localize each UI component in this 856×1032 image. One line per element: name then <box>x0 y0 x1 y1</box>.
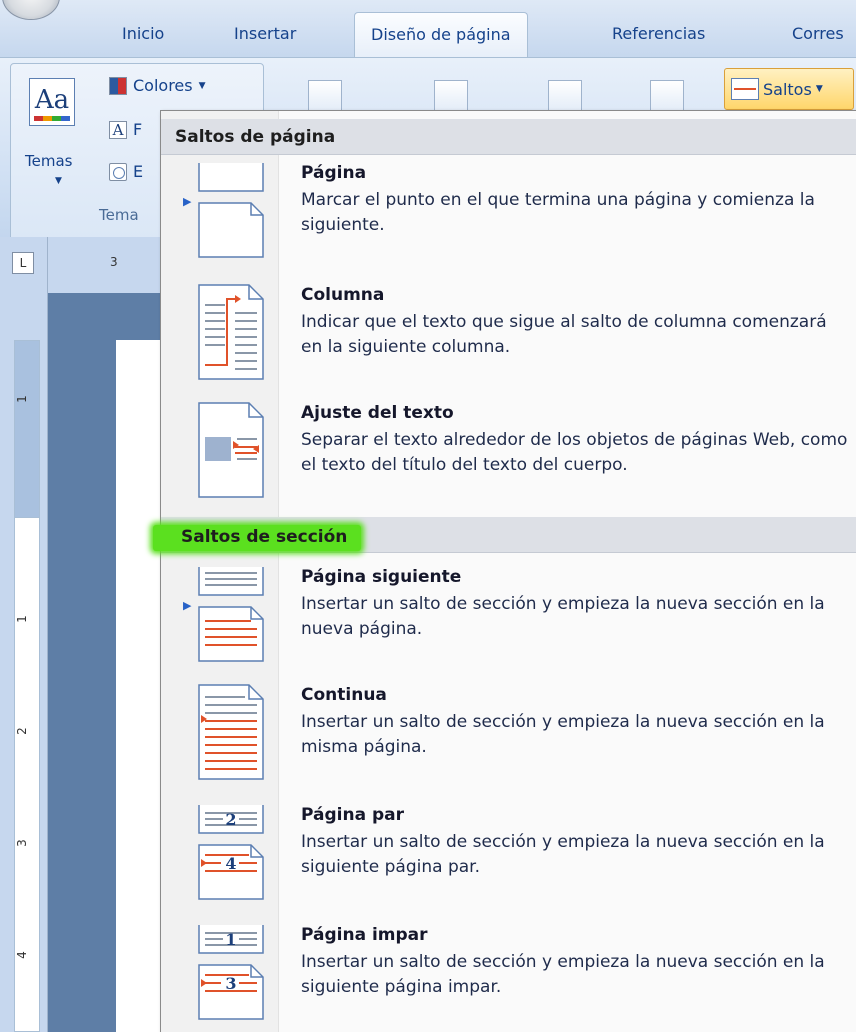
effects-button[interactable]: E <box>109 162 143 181</box>
tab-inicio[interactable]: Inicio <box>122 24 164 43</box>
page-breaks-header: Saltos de página <box>161 119 856 155</box>
tab-insertar[interactable]: Insertar <box>234 24 296 43</box>
themes-label[interactable]: Temas <box>25 152 72 170</box>
column-break-icon <box>198 284 264 380</box>
menu-item-description: Insertar un salto de sección y empieza l… <box>301 832 825 877</box>
saltos-dropdown-menu: Saltos de página ▶ Página Marcar el punt… <box>153 110 856 1032</box>
menu-item-description: Insertar un salto de sección y empieza l… <box>301 594 825 639</box>
menu-item-title: Página impar <box>301 925 428 945</box>
menu-item-pagina[interactable]: ▶ Página Marcar el punto en el que termi… <box>161 161 856 271</box>
office-button[interactable] <box>2 0 60 20</box>
colors-label: Colores <box>133 76 193 95</box>
menu-item-title: Continua <box>301 685 387 705</box>
menu-item-description: Insertar un salto de sección y empieza l… <box>301 952 825 997</box>
menu-item-continua[interactable]: Continua Insertar un salto de sección y … <box>161 683 856 793</box>
fonts-icon: A <box>109 120 127 139</box>
break-marker-icon: ▶ <box>183 195 192 208</box>
colors-icon <box>109 76 127 95</box>
ruler-v-number: 2 <box>14 727 29 735</box>
ruler-h-number: 3 <box>110 255 118 269</box>
menu-item-title: Página par <box>301 805 404 825</box>
tab-referencias[interactable]: Referencias <box>612 24 705 43</box>
horizontal-ruler <box>48 237 168 293</box>
section-breaks-header: Saltos de sección <box>153 517 856 553</box>
tab-correspondencia[interactable]: Corres <box>792 24 844 43</box>
ribbon-tab-bar: Inicio Insertar Diseño de página Referen… <box>0 0 856 60</box>
ruler-v-number: 1 <box>14 615 29 623</box>
ruler-v-number: 1 <box>14 395 29 403</box>
menu-item-description: Separar el texto alrededor de los objeto… <box>301 430 848 475</box>
next-page-section-break-icon <box>198 567 264 662</box>
even-page-section-break-icon: 2 4 <box>198 805 264 900</box>
fonts-button[interactable]: A F <box>109 120 142 139</box>
saltos-dropdown-arrow-icon: ▼ <box>815 84 823 94</box>
page-breaks-header-label: Saltos de página <box>175 127 336 147</box>
menu-item-description: Marcar el punto en el que termina una pá… <box>301 190 815 235</box>
menu-item-pagina-par[interactable]: 2 4 Página par Insertar un salto de secc… <box>161 803 856 913</box>
tab-selector-button[interactable]: L <box>12 252 34 274</box>
svg-text:1: 1 <box>225 930 236 949</box>
section-breaks-header-label: Saltos de sección <box>153 525 362 551</box>
menu-item-pagina-siguiente[interactable]: ▶ Página siguiente Insertar un salto de … <box>161 565 856 675</box>
page-break-icon <box>198 163 264 258</box>
menu-item-title: Ajuste del texto <box>301 403 454 423</box>
tab-diseno-de-pagina[interactable]: Diseño de página <box>354 12 528 60</box>
ruler-v-number: 3 <box>14 839 29 847</box>
ruler-margin-strip <box>14 340 40 518</box>
themes-group-label: Tema <box>99 206 139 224</box>
svg-text:4: 4 <box>225 854 236 873</box>
ruler-v-number: 4 <box>14 951 29 959</box>
odd-page-section-break-icon: 1 3 <box>198 925 264 1020</box>
saltos-button[interactable]: Saltos ▼ <box>724 68 854 110</box>
menu-item-columna[interactable]: Columna Indicar que el texto que sigue a… <box>161 283 856 393</box>
saltos-label: Saltos <box>763 79 812 99</box>
menu-item-pagina-impar[interactable]: 1 3 Página impar Insertar un salto de se… <box>161 923 856 1032</box>
svg-text:2: 2 <box>225 810 236 829</box>
menu-item-title: Página <box>301 163 367 183</box>
menu-item-title: Columna <box>301 285 385 305</box>
svg-text:3: 3 <box>225 974 236 993</box>
colors-button[interactable]: Colores ▼ <box>109 76 206 95</box>
menu-item-description: Indicar que el texto que sigue al salto … <box>301 312 827 357</box>
themes-dropdown-arrow-icon[interactable]: ▼ <box>55 176 62 186</box>
fonts-label: F <box>133 120 143 139</box>
continuous-section-break-icon <box>198 684 264 780</box>
menu-item-title: Página siguiente <box>301 567 462 587</box>
colors-dropdown-arrow-icon: ▼ <box>198 80 206 91</box>
break-marker-icon: ▶ <box>183 599 192 612</box>
menu-item-description: Insertar un salto de sección y empieza l… <box>301 712 825 757</box>
themes-icon[interactable]: Aa <box>29 78 75 126</box>
effects-icon <box>109 162 127 181</box>
breaks-icon <box>731 78 759 100</box>
menu-item-ajuste-del-texto[interactable]: Ajuste del texto Separar el texto alrede… <box>161 401 856 511</box>
text-wrapping-break-icon <box>198 402 264 498</box>
effects-label: E <box>133 162 144 181</box>
